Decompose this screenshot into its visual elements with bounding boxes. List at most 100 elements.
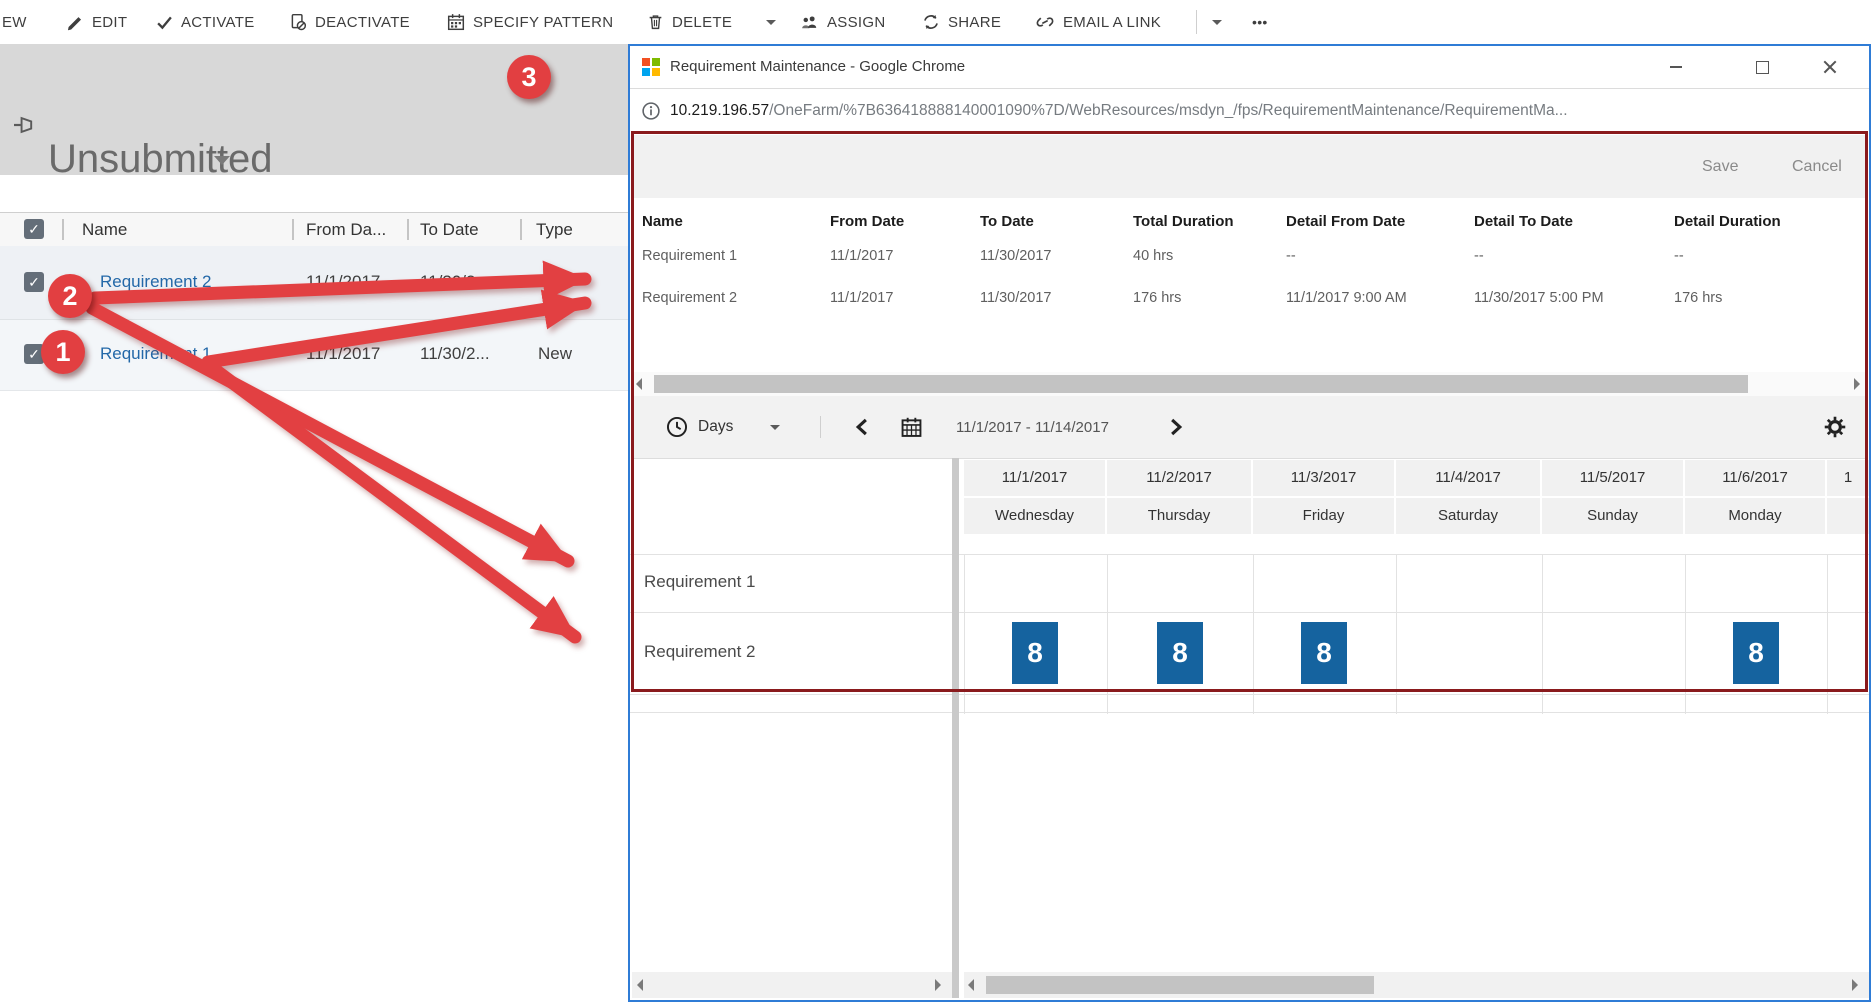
type-cell: New: [538, 272, 572, 292]
view-title[interactable]: Unsubmitted: [48, 137, 273, 182]
toolbar-button-label: DELETE: [672, 14, 732, 31]
cancel-button[interactable]: Cancel: [1792, 135, 1842, 198]
maximize-button[interactable]: [1742, 46, 1782, 88]
table-cell: 11/1/2017 9:00 AM: [1286, 290, 1407, 306]
list-row-requirement-2[interactable]: ✓ Requirement 2 11/1/2017 11/30/2... New: [0, 246, 628, 320]
logo-square-blue: [642, 68, 650, 76]
url-text[interactable]: 10.219.196.57/OneFarm/%7B636418888140001…: [670, 89, 1860, 133]
toolbar-button-edit[interactable]: EDIT: [67, 0, 127, 44]
names-horizontal-scrollbar[interactable]: [632, 972, 952, 998]
calendar-icon[interactable]: [900, 396, 923, 458]
booking-cell[interactable]: 8: [1301, 622, 1347, 684]
next-range-button[interactable]: [1168, 396, 1184, 458]
table-cell: 176 hrs: [1674, 290, 1722, 306]
booking-cell[interactable]: 8: [1733, 622, 1779, 684]
previous-range-button[interactable]: [854, 396, 870, 458]
toolbar-overflow-button[interactable]: •••: [1252, 0, 1268, 44]
column-header-to[interactable]: To Date: [420, 213, 479, 246]
row-checkbox[interactable]: ✓: [24, 272, 44, 292]
booking-cell[interactable]: 8: [1012, 622, 1058, 684]
column-header-from[interactable]: From Da...: [306, 213, 386, 246]
settings-button[interactable]: [1824, 396, 1846, 458]
url-host: 10.219.196.57: [670, 102, 769, 119]
table-header-name: Name: [642, 213, 683, 230]
grid-day-header-partial: [1827, 498, 1869, 534]
toolbar-button-activate[interactable]: ACTIVATE: [156, 0, 255, 44]
scale-dropdown-caret[interactable]: [770, 396, 780, 458]
splitter[interactable]: [952, 458, 959, 998]
list-row-requirement-1[interactable]: ✓ Requirement 1 11/1/2017 11/30/2... New: [0, 320, 628, 391]
record-link[interactable]: Requirement 1: [100, 344, 212, 364]
column-header-type[interactable]: Type: [536, 213, 573, 246]
toolbar-button-label: SPECIFY PATTERN: [473, 14, 613, 31]
scale-mode-dropdown[interactable]: Days: [698, 396, 733, 458]
minimize-button[interactable]: [1656, 46, 1696, 88]
scroll-left-arrow[interactable]: [636, 378, 642, 390]
check-icon: ✓: [28, 274, 40, 290]
toolbar-button-delete[interactable]: DELETE: [647, 0, 732, 44]
table-header-to: To Date: [980, 213, 1034, 230]
calendar-row-name: Requirement 2: [644, 642, 756, 662]
table-header-detail-duration: Detail Duration: [1674, 213, 1781, 230]
toolbar-button-assign[interactable]: ASSIGN: [800, 0, 885, 44]
scrollbar-thumb[interactable]: [654, 375, 1748, 393]
email-link-dropdown-button[interactable]: [1212, 0, 1222, 44]
scroll-left-arrow[interactable]: [637, 979, 643, 991]
toolbar-button-label: DEACTIVATE: [315, 14, 410, 31]
scroll-left-arrow[interactable]: [968, 979, 974, 991]
table-cell: 11/30/2017: [980, 248, 1052, 264]
save-button[interactable]: Save: [1702, 135, 1738, 198]
people-icon: [800, 14, 819, 31]
view-dropdown-chevron-icon[interactable]: [214, 156, 230, 165]
close-button[interactable]: [1810, 46, 1850, 88]
scrollbar-thumb[interactable]: [986, 976, 1374, 994]
share-refresh-icon: [922, 13, 940, 31]
table-cell: --: [1286, 248, 1296, 264]
grid-line: [1827, 554, 1828, 714]
window-title-bar[interactable]: Requirement Maintenance - Google Chrome: [630, 46, 1869, 89]
address-bar[interactable]: 10.219.196.57/OneFarm/%7B636418888140001…: [630, 89, 1869, 133]
toolbar-button-specify-pattern[interactable]: SPECIFY PATTERN: [447, 0, 613, 44]
booking-cell[interactable]: 8: [1157, 622, 1203, 684]
scroll-right-arrow[interactable]: [1854, 378, 1860, 390]
to-date-cell: 11/30/2...: [420, 272, 490, 292]
minimize-icon: [1670, 66, 1682, 68]
column-header-name[interactable]: Name: [82, 213, 127, 246]
row-checkbox[interactable]: ✓: [24, 344, 44, 364]
select-all-checkbox[interactable]: ✓: [24, 219, 44, 239]
grid-line: [630, 554, 1869, 555]
pencil-icon: [67, 14, 84, 31]
toolbar-button-email-link[interactable]: EMAIL A LINK: [1035, 0, 1161, 44]
microsoft-logo-icon: [642, 58, 660, 76]
toolbar-button-new[interactable]: EW: [2, 0, 27, 44]
record-link[interactable]: Requirement 2: [100, 272, 212, 292]
clock-icon: [666, 396, 688, 458]
link-icon: [1035, 14, 1055, 30]
scroll-right-arrow[interactable]: [935, 979, 941, 991]
toolbar-button-label: EMAIL A LINK: [1063, 14, 1161, 31]
table-cell: --: [1674, 248, 1684, 264]
grid-line: [630, 694, 1869, 695]
grid-line: [1107, 554, 1108, 714]
toolbar-button-label: EW: [2, 14, 27, 31]
table-horizontal-scrollbar[interactable]: [632, 372, 1867, 396]
delete-dropdown-button[interactable]: [766, 0, 776, 44]
check-icon: ✓: [28, 346, 40, 362]
table-cell: 11/1/2017: [830, 290, 893, 306]
grid-line: [1253, 554, 1254, 714]
grid-line: [630, 612, 1869, 613]
grid-line: [964, 554, 965, 714]
grid-horizontal-scrollbar[interactable]: [964, 972, 1869, 998]
chevron-down-icon: [766, 20, 776, 25]
grid-line: [630, 712, 1869, 713]
toolbar-button-share[interactable]: SHARE: [922, 0, 1001, 44]
grid-date-header: 11/2/2017: [1107, 460, 1251, 496]
table-header-total-duration: Total Duration: [1133, 213, 1234, 230]
grid-day-header: Thursday: [1107, 498, 1251, 534]
grid-date-header: 11/4/2017: [1396, 460, 1540, 496]
scroll-right-arrow[interactable]: [1852, 979, 1858, 991]
grid-date-header: 11/1/2017: [964, 460, 1105, 496]
toolbar-button-deactivate[interactable]: DEACTIVATE: [289, 0, 410, 44]
url-path: /OneFarm/%7B636418888140001090%7D/WebRes…: [769, 102, 1567, 119]
column-separator: [520, 219, 522, 240]
